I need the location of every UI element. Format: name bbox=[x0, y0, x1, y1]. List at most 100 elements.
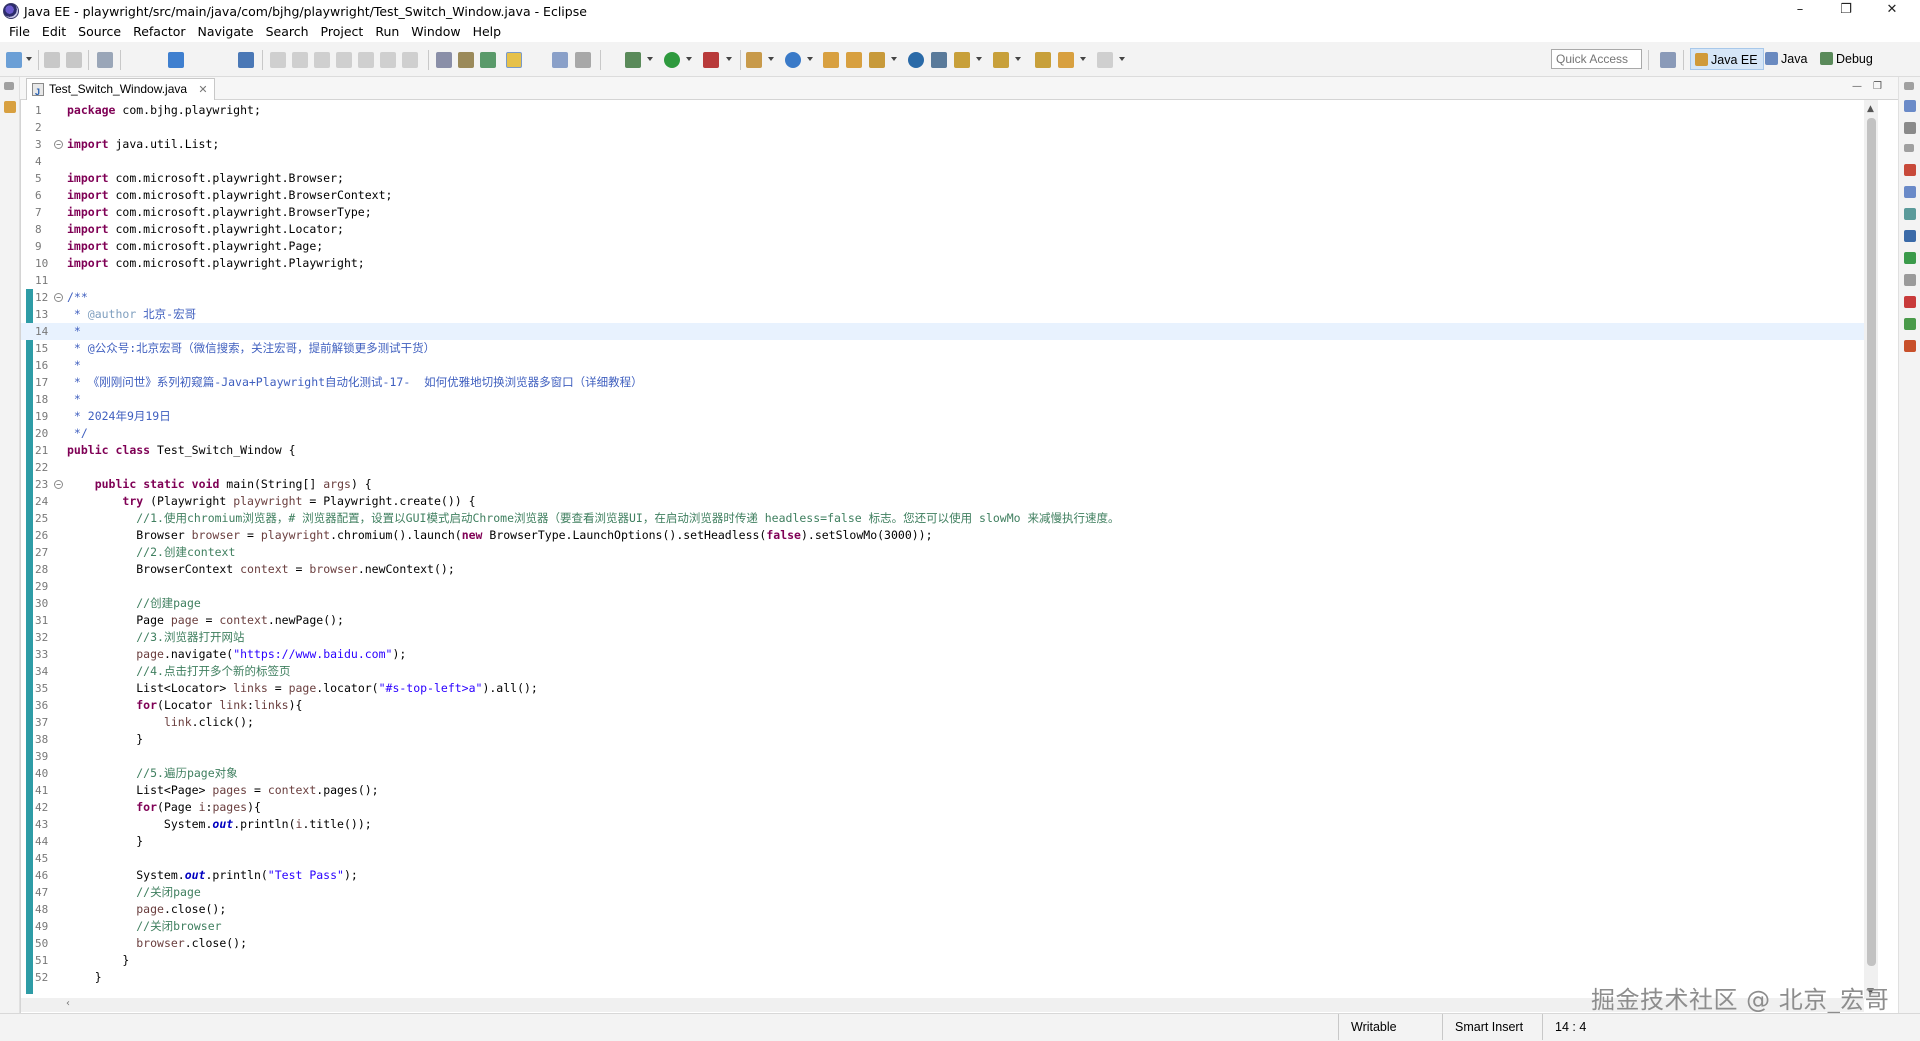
code-line[interactable]: 2 bbox=[21, 119, 1866, 136]
menu-refactor[interactable]: Refactor bbox=[127, 22, 191, 42]
menu-project[interactable]: Project bbox=[315, 22, 370, 42]
menu-navigate[interactable]: Navigate bbox=[192, 22, 260, 42]
chevron-down-icon[interactable] bbox=[26, 57, 32, 61]
code-line[interactable]: 35 List<Locator> links = page.locator("#… bbox=[21, 680, 1866, 697]
print-icon[interactable] bbox=[97, 52, 113, 68]
scroll-up-icon[interactable]: ▲ bbox=[1867, 104, 1874, 114]
show-whitespace-icon[interactable] bbox=[575, 52, 591, 68]
code-line[interactable]: 9 import com.microsoft.playwright.Page; bbox=[21, 238, 1866, 255]
code-line[interactable]: 49 //关闭browser bbox=[21, 918, 1866, 935]
code-editor[interactable]: 1 package com.bjhg.playwright; 2 3− import j… bbox=[20, 100, 1898, 1014]
forward-icon[interactable] bbox=[1097, 52, 1113, 68]
perspective-java[interactable]: Java bbox=[1761, 48, 1812, 70]
chevron-down-icon[interactable] bbox=[891, 57, 897, 61]
vertical-scrollbar[interactable]: ▲ ▼ bbox=[1864, 100, 1878, 999]
open-task-icon[interactable] bbox=[846, 52, 862, 68]
code-line[interactable]: 5 import com.microsoft.playwright.Browser… bbox=[21, 170, 1866, 187]
code-line[interactable]: 50 browser.close(); bbox=[21, 935, 1866, 952]
quick-access-input[interactable] bbox=[1551, 49, 1642, 69]
maximize-icon[interactable]: ❐ bbox=[1873, 81, 1882, 92]
code-line[interactable]: 7 import com.microsoft.playwright.Browser… bbox=[21, 204, 1866, 221]
restore-button[interactable]: ❐ bbox=[1823, 0, 1869, 22]
code-line[interactable]: 33 page.navigate("https://www.baidu.com"… bbox=[21, 646, 1866, 663]
code-line[interactable]: 36 for(Locator link:links){ bbox=[21, 697, 1866, 714]
code-line[interactable]: 26 Browser browser = playwright.chromium… bbox=[21, 527, 1866, 544]
search-icon[interactable] bbox=[869, 52, 885, 68]
close-button[interactable]: ✕ bbox=[1869, 0, 1915, 22]
code-line[interactable]: 18 * bbox=[21, 391, 1866, 408]
code-line[interactable]: 42 for(Page i:pages){ bbox=[21, 799, 1866, 816]
code-line[interactable]: 22 bbox=[21, 459, 1866, 476]
tab-test-switch-window[interactable]: Test_Switch_Window.java ✕ bbox=[26, 78, 215, 102]
code-line[interactable]: 6 import com.microsoft.playwright.Browser… bbox=[21, 187, 1866, 204]
task-list-icon[interactable] bbox=[1904, 122, 1916, 134]
chevron-down-icon[interactable] bbox=[976, 57, 982, 61]
menu-help[interactable]: Help bbox=[467, 22, 508, 42]
mark-occurrences-icon[interactable] bbox=[506, 52, 522, 68]
fold-toggle-icon[interactable]: − bbox=[54, 480, 63, 489]
terminal-icon[interactable] bbox=[168, 52, 184, 68]
menu-search[interactable]: Search bbox=[260, 22, 315, 42]
scroll-thumb[interactable] bbox=[1867, 118, 1876, 966]
code-line[interactable]: 41 List<Page> pages = context.pages(); bbox=[21, 782, 1866, 799]
junit-icon[interactable] bbox=[1904, 340, 1916, 352]
chevron-down-icon[interactable] bbox=[686, 57, 692, 61]
code-line[interactable]: 29 bbox=[21, 578, 1866, 595]
fold-toggle-icon[interactable]: − bbox=[54, 293, 63, 302]
code-line[interactable]: 14 * bbox=[21, 323, 1866, 340]
code-line[interactable]: 17 * 《刚刚问世》系列初窥篇-Java+Playwright自动化测试-17… bbox=[21, 374, 1866, 391]
menu-edit[interactable]: Edit bbox=[36, 22, 72, 42]
code-line[interactable]: 8 import com.microsoft.playwright.Locator… bbox=[21, 221, 1866, 238]
console-icon[interactable] bbox=[1904, 230, 1916, 242]
code-line[interactable]: 45 bbox=[21, 850, 1866, 867]
minimize-button[interactable]: – bbox=[1777, 0, 1823, 22]
fold-toggle-icon[interactable]: − bbox=[54, 140, 63, 149]
block-selection-icon[interactable] bbox=[552, 52, 568, 68]
code-line[interactable]: 37 link.click(); bbox=[21, 714, 1866, 731]
chevron-down-icon[interactable] bbox=[726, 57, 732, 61]
disconnect-icon[interactable] bbox=[336, 52, 352, 68]
code-line[interactable]: 30 //创建page bbox=[21, 595, 1866, 612]
data-source-explorer-icon[interactable] bbox=[1904, 252, 1916, 264]
code-line[interactable]: 39 bbox=[21, 748, 1866, 765]
run-icon[interactable] bbox=[664, 52, 680, 68]
menu-source[interactable]: Source bbox=[72, 22, 127, 42]
properties-icon[interactable] bbox=[1904, 186, 1916, 198]
new-server-icon[interactable] bbox=[785, 52, 801, 68]
problems-icon[interactable] bbox=[1904, 296, 1916, 308]
step-over-icon[interactable] bbox=[380, 52, 396, 68]
code-line[interactable]: 31 Page page = context.newPage(); bbox=[21, 612, 1866, 629]
code-line[interactable]: 34 //4.点击打开多个新的标签页 bbox=[21, 663, 1866, 680]
restore-icon[interactable] bbox=[1904, 82, 1914, 90]
suspend-icon[interactable] bbox=[292, 52, 308, 68]
code-line[interactable]: 21 public class Test_Switch_Window { bbox=[21, 442, 1866, 459]
menu-file[interactable]: File bbox=[3, 22, 36, 42]
menu-window[interactable]: Window bbox=[405, 22, 466, 42]
debug-icon[interactable] bbox=[625, 52, 641, 68]
code-line[interactable]: 19 * 2024年9月19日 bbox=[21, 408, 1866, 425]
code-line[interactable]: 4 bbox=[21, 153, 1866, 170]
code-line[interactable]: 11 bbox=[21, 272, 1866, 289]
code-line[interactable]: 32 //3.浏览器打开网站 bbox=[21, 629, 1866, 646]
restore-icon[interactable] bbox=[1904, 144, 1914, 152]
code-line[interactable]: 48 page.close(); bbox=[21, 901, 1866, 918]
package-explorer-icon[interactable] bbox=[4, 101, 16, 113]
save-all-icon[interactable] bbox=[66, 52, 82, 68]
code-line[interactable]: 28 BrowserContext context = browser.newC… bbox=[21, 561, 1866, 578]
snippets-icon[interactable] bbox=[1904, 274, 1916, 286]
code-line[interactable]: 52 } bbox=[21, 969, 1866, 986]
step-return-icon[interactable] bbox=[402, 52, 418, 68]
new-icon[interactable] bbox=[6, 52, 22, 68]
code-line[interactable]: 38 } bbox=[21, 731, 1866, 748]
back-icon[interactable] bbox=[1058, 52, 1074, 68]
code-line[interactable]: 23− public static void main(String[] arg… bbox=[21, 476, 1866, 493]
close-icon[interactable]: ✕ bbox=[198, 84, 207, 96]
code-line[interactable]: 20 */ bbox=[21, 425, 1866, 442]
minimize-icon[interactable]: — bbox=[1852, 81, 1862, 92]
use-step-filters-icon[interactable] bbox=[436, 52, 452, 68]
chevron-down-icon[interactable] bbox=[1080, 57, 1086, 61]
code-line[interactable]: 3 − import java.util.List; bbox=[21, 136, 1866, 153]
code-line[interactable]: 27 //2.创建context bbox=[21, 544, 1866, 561]
restore-icon[interactable] bbox=[4, 82, 14, 90]
code-line[interactable]: 40 //5.遍历page对象 bbox=[21, 765, 1866, 782]
